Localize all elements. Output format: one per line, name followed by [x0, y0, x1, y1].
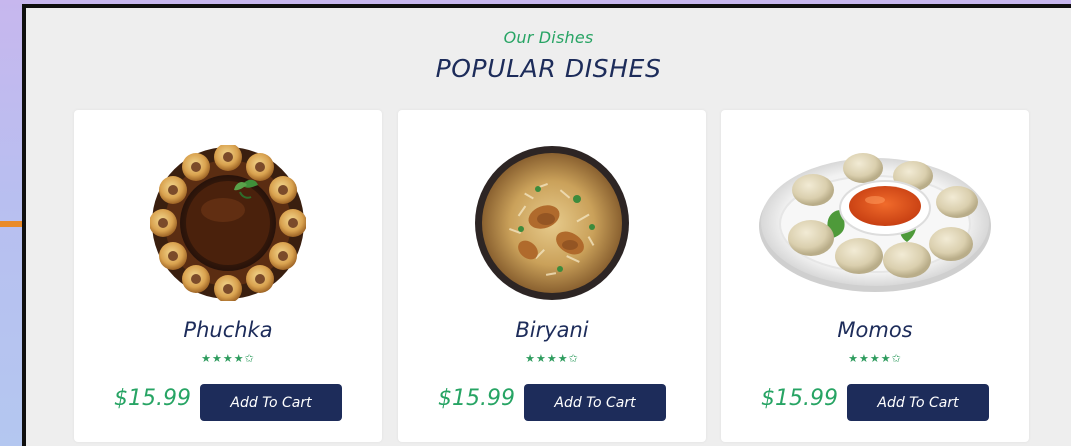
section-subtitle: Our Dishes — [503, 28, 594, 47]
left-gradient-strip — [0, 0, 39, 446]
star-rating: ★★★★✩ — [201, 352, 255, 365]
dish-price: $15.99 — [114, 386, 191, 411]
biryani-dish-image — [475, 146, 629, 300]
dish-card: Phuchka ★★★★✩ $15.99 Add To Cart — [74, 110, 382, 442]
star-rating: ★★★★✩ — [525, 352, 579, 365]
popular-dishes-section: Our Dishes POPULAR DISHES Phuchka ★★★★✩ … — [22, 4, 1071, 446]
section-title: POPULAR DISHES — [435, 54, 662, 83]
dish-name: Phuchka — [183, 318, 273, 342]
add-to-cart-button[interactable]: Add To Cart — [200, 384, 342, 421]
add-to-cart-button[interactable]: Add To Cart — [847, 384, 989, 421]
dish-name: Biryani — [515, 318, 589, 342]
dish-card: Biryani ★★★★✩ $15.99 Add To Cart — [398, 110, 706, 442]
star-rating: ★★★★✩ — [848, 352, 902, 365]
dish-card: Momos ★★★★✩ $15.99 Add To Cart — [721, 110, 1029, 442]
add-to-cart-button[interactable]: Add To Cart — [524, 384, 666, 421]
section-header: Our Dishes POPULAR DISHES — [26, 28, 1071, 83]
dish-name: Momos — [837, 318, 913, 342]
momos-dish-image — [759, 153, 991, 292]
dish-price: $15.99 — [438, 386, 515, 411]
phuchka-dish-image — [150, 145, 306, 301]
dish-price: $15.99 — [761, 386, 838, 411]
